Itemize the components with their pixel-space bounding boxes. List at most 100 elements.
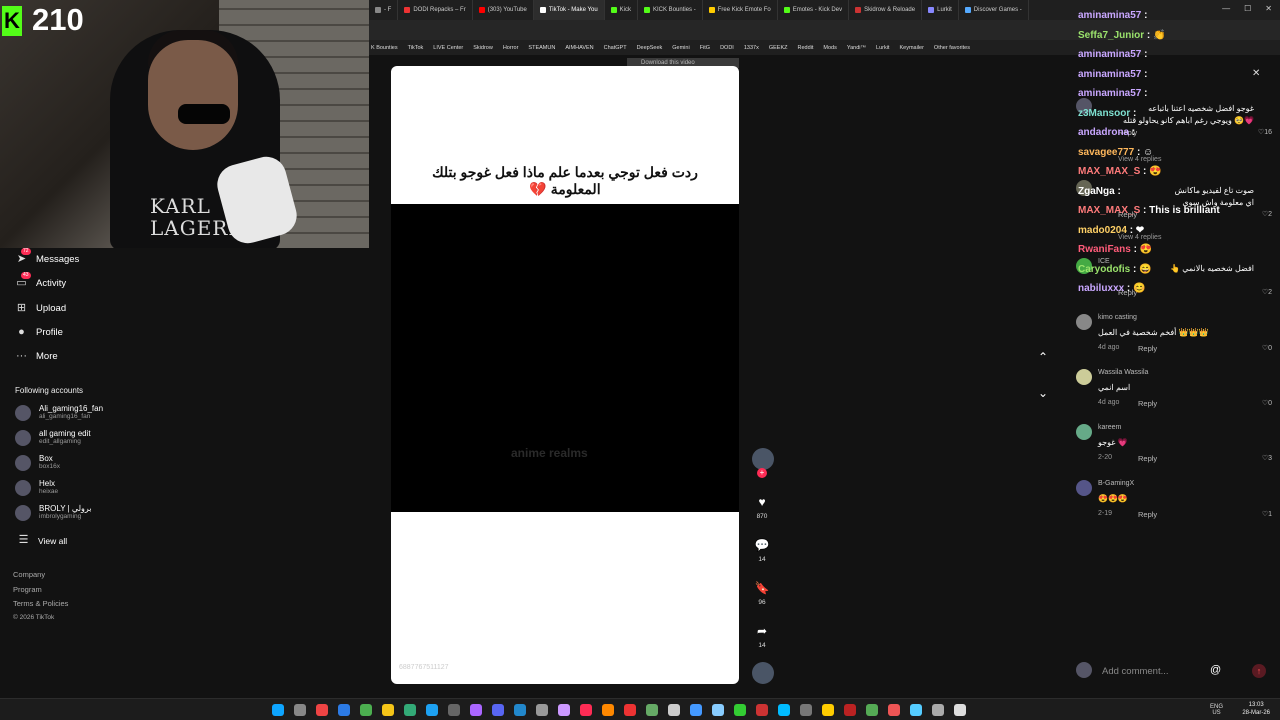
bookmark-item[interactable]: FitG (700, 45, 710, 51)
bookmark-item[interactable]: K Bounties (371, 45, 398, 51)
chat-username[interactable]: nabiluxxx (1078, 283, 1124, 294)
chat-username[interactable]: ZgaNga (1078, 186, 1115, 197)
taskbar-app-icon[interactable] (778, 704, 790, 716)
bookmark-item[interactable]: ChatGPT (604, 45, 627, 51)
send-arrow-icon[interactable]: ↑ (1252, 664, 1266, 678)
taskbar-app-icon[interactable] (646, 704, 658, 716)
taskbar-app-icon[interactable] (470, 704, 482, 716)
taskbar-app-icon[interactable] (954, 704, 966, 716)
browser-tab[interactable]: - F (369, 0, 399, 20)
following-account[interactable]: Box box16x (15, 454, 60, 471)
following-account[interactable]: Ali_gaming16_fan ali_gaming16_fan (15, 404, 103, 421)
chat-username[interactable]: RwaniFans (1078, 244, 1131, 255)
taskbar-app-icon[interactable] (844, 704, 856, 716)
chat-username[interactable]: Seffa7_Junior (1078, 30, 1144, 41)
browser-tab[interactable]: (303) YouTube (473, 0, 534, 20)
reply-button[interactable]: Reply (1138, 510, 1157, 519)
reply-button[interactable]: Reply (1138, 399, 1157, 408)
taskbar-app-icon[interactable] (756, 704, 768, 716)
chat-username[interactable]: savagee777 (1078, 147, 1134, 158)
close-comments-icon[interactable]: ✕ (1252, 68, 1260, 79)
chat-username[interactable]: aminamina57 (1078, 49, 1141, 60)
comment-author[interactable]: B-GamingX (1098, 480, 1134, 487)
bookmark-item[interactable]: DeepSeek (637, 45, 663, 51)
following-account[interactable]: Helx heixae (15, 479, 58, 496)
taskbar-app-icon[interactable] (712, 704, 724, 716)
add-comment-bar[interactable]: Add comment... @ ↑ (1076, 660, 1266, 682)
bookmark-icon[interactable]: 🔖 (750, 581, 774, 595)
bookmark-item[interactable]: LIVE Center (433, 45, 463, 51)
chat-username[interactable]: MAX_MAX_S (1078, 166, 1140, 177)
comment-action[interactable]: 💬 14 (750, 538, 774, 563)
comment-author[interactable]: kimo casting (1098, 314, 1137, 321)
previous-video-chevron-up-icon[interactable]: ⌃ (1038, 350, 1048, 364)
bookmark-item[interactable]: GEEKZ (769, 45, 788, 51)
taskbar-app-icon[interactable] (404, 704, 416, 716)
bookmark-item[interactable]: TikTok (408, 45, 424, 51)
browser-tab[interactable]: Lurkit (922, 0, 959, 20)
taskbar-app-icon[interactable] (426, 704, 438, 716)
chat-username[interactable]: aminamina57 (1078, 69, 1141, 80)
chat-username[interactable]: andadrona (1078, 127, 1129, 138)
taskbar-app-icon[interactable] (272, 704, 284, 716)
chat-username[interactable]: MAX_MAX_S (1078, 205, 1140, 216)
avatar[interactable] (1076, 314, 1092, 330)
share-action[interactable]: ➦ 14 (750, 624, 774, 649)
following-account[interactable]: BROLY | برولي imbrolygaming (15, 504, 92, 521)
chat-username[interactable]: Caryodofis (1078, 264, 1130, 275)
bookmark-item[interactable]: STEAMUN (528, 45, 555, 51)
heart-icon[interactable]: ♥ (750, 495, 774, 509)
save-action[interactable]: 🔖 96 (750, 581, 774, 606)
taskbar-app-icon[interactable] (558, 704, 570, 716)
comment-bubble-icon[interactable]: 💬 (750, 538, 774, 552)
browser-tab[interactable]: Kick (605, 0, 639, 20)
taskbar-app-icon[interactable] (294, 704, 306, 716)
browser-tab[interactable]: DODI Repacks – Fr (398, 0, 473, 20)
browser-tab[interactable]: Free Kick Emote Fo (703, 0, 778, 20)
taskbar-app-icon[interactable] (690, 704, 702, 716)
bookmark-item[interactable]: Mods (823, 45, 836, 51)
view-all-link[interactable]: ☰ View all (17, 534, 68, 547)
video-player[interactable]: ردت فعل توجي بعدما علم ماذا فعل غوجو بتل… (391, 66, 739, 684)
bookmark-item[interactable]: Gemini (672, 45, 689, 51)
comment-author[interactable]: Wassila Wassila (1098, 369, 1148, 376)
reply-button[interactable]: Reply (1138, 454, 1157, 463)
bookmark-item[interactable]: DODI (720, 45, 734, 51)
close-icon[interactable]: ✕ (1265, 4, 1272, 13)
sidebar-item-messages[interactable]: ➤ 72 Messages (15, 248, 79, 266)
bookmark-item[interactable]: Lurkit (876, 45, 889, 51)
avatar[interactable] (1076, 424, 1092, 440)
taskbar-app-icon[interactable] (866, 704, 878, 716)
taskbar-app-icon[interactable] (360, 704, 372, 716)
taskbar-app-icon[interactable] (580, 704, 592, 716)
taskbar-app-icon[interactable] (536, 704, 548, 716)
music-disc-avatar[interactable] (752, 662, 774, 684)
taskbar-app-icon[interactable] (734, 704, 746, 716)
language-indicator[interactable]: ENG US (1210, 704, 1223, 716)
taskbar-app-icon[interactable] (448, 704, 460, 716)
bookmark-item[interactable]: Horror (503, 45, 519, 51)
taskbar-app-icon[interactable] (382, 704, 394, 716)
follow-plus-icon[interactable]: + (757, 468, 767, 478)
bookmark-item[interactable]: Reddit (797, 45, 813, 51)
bookmark-item[interactable]: 1337x (744, 45, 759, 51)
chat-username[interactable]: aminamina57 (1078, 10, 1141, 21)
comment-like-count[interactable]: ♡2 (1262, 210, 1272, 218)
taskbar-clock[interactable]: 13:03 28-Mar-26 (1242, 701, 1270, 717)
reply-button[interactable]: Reply (1138, 344, 1157, 353)
taskbar-app-icon[interactable] (888, 704, 900, 716)
chat-username[interactable]: mado0204 (1078, 225, 1127, 236)
avatar[interactable] (1076, 369, 1092, 385)
browser-tab[interactable]: Discover Games - (959, 0, 1029, 20)
minimize-icon[interactable]: — (1222, 4, 1230, 13)
bookmark-item[interactable]: Skidrow (473, 45, 493, 51)
comment-like-count[interactable]: ♡3 (1262, 454, 1272, 462)
share-arrow-icon[interactable]: ➦ (750, 624, 774, 638)
chat-username[interactable]: z3Mansoor (1078, 108, 1130, 119)
footer-link[interactable]: Program (13, 585, 42, 594)
avatar[interactable] (1076, 480, 1092, 496)
taskbar-app-icon[interactable] (822, 704, 834, 716)
mention-icon[interactable]: @ (1210, 664, 1221, 676)
bookmark-item[interactable]: Keymailer (899, 45, 923, 51)
comment-like-count[interactable]: ♡0 (1262, 399, 1272, 407)
